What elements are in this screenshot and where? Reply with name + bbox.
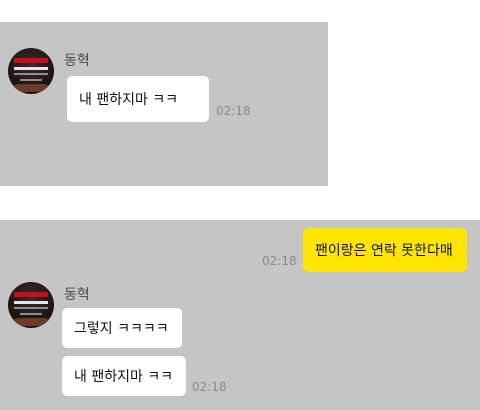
my-message-bubble[interactable]: 팬이랑은 연락 못한다매 [303, 228, 467, 272]
message-bubble[interactable]: 내 팬하지마 ㅋㅋ [62, 356, 186, 396]
chat-panel-bottom: 02:18 팬이랑은 연락 못한다매 동혁 그렇지 ㅋㅋㅋㅋ 내 팬하지마 ㅋㅋ… [0, 220, 480, 410]
chat-panel-top: 동혁 내 팬하지마 ㅋㅋ 02:18 [0, 22, 328, 186]
sender-name: 동혁 [64, 287, 90, 303]
sender-avatar[interactable] [8, 48, 54, 94]
message-time: 02:18 [216, 104, 251, 118]
my-message-time: 02:18 [262, 254, 297, 268]
message-bubble[interactable]: 그렇지 ㅋㅋㅋㅋ [62, 308, 182, 348]
message-bubble[interactable]: 내 팬하지마 ㅋㅋ [67, 76, 209, 122]
sender-name: 동혁 [64, 53, 90, 69]
message-time: 02:18 [192, 380, 227, 394]
sender-avatar[interactable] [8, 282, 54, 328]
